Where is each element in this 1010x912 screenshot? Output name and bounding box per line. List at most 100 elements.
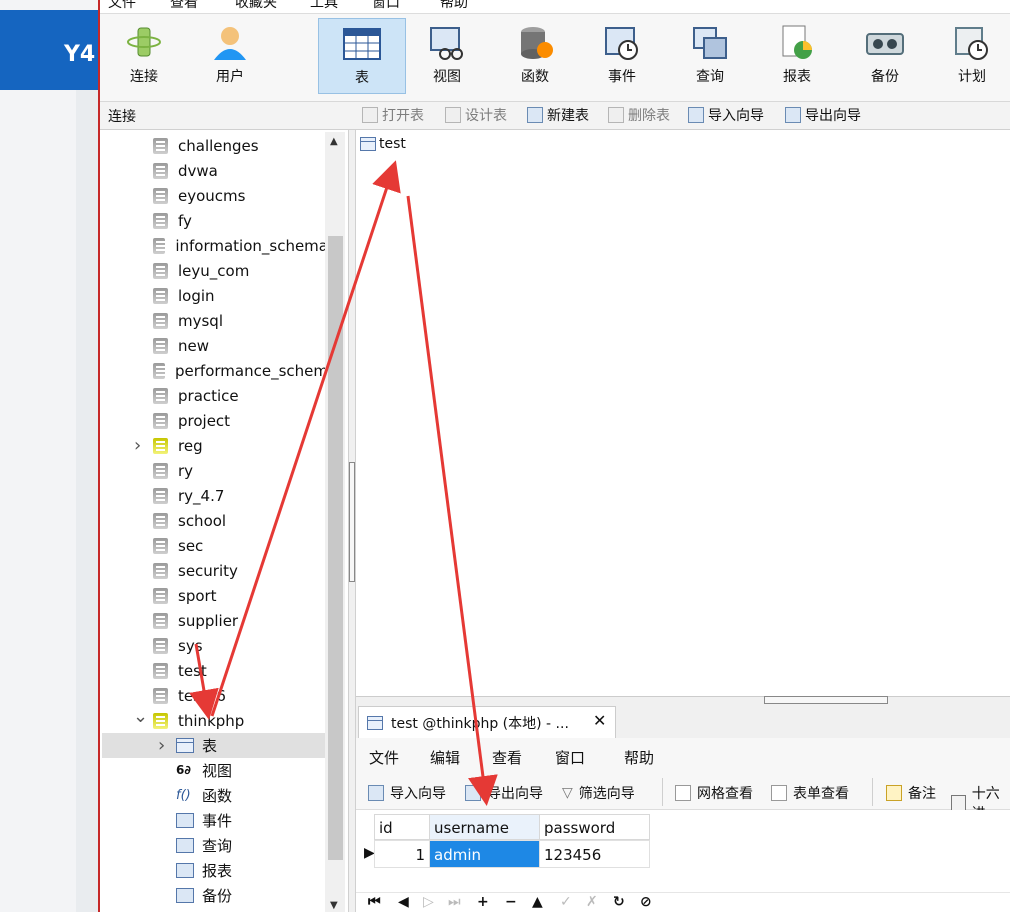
next-record-icon[interactable]: ▷ bbox=[423, 894, 434, 910]
table-menu-window[interactable]: 窗口 bbox=[555, 747, 585, 768]
tree-db-login[interactable]: login bbox=[153, 283, 328, 308]
stop-icon[interactable]: ⊘ bbox=[640, 894, 652, 910]
tree-db-school[interactable]: school bbox=[153, 508, 328, 533]
database-icon bbox=[153, 387, 168, 404]
tree-db-security[interactable]: security bbox=[153, 558, 328, 583]
tree-node-table[interactable]: 表 bbox=[102, 733, 325, 758]
table-export-wizard-button[interactable]: 导出向导 bbox=[465, 783, 543, 803]
tree-db-sec[interactable]: sec bbox=[153, 533, 328, 558]
cell-password[interactable]: 123456 bbox=[539, 840, 650, 868]
tree-db-performance-schem[interactable]: performance_schem bbox=[153, 358, 328, 383]
toolbar-schedule-button[interactable]: 计划 bbox=[930, 18, 1010, 94]
table-menu-edit[interactable]: 编辑 bbox=[430, 747, 460, 768]
tree-db-sys[interactable]: sys bbox=[153, 633, 328, 658]
table-menu-file[interactable]: 文件 bbox=[369, 747, 399, 768]
delete-table-button[interactable]: 删除表 bbox=[608, 104, 670, 126]
filter-wizard-button[interactable]: ▽ 筛选向导 bbox=[562, 783, 635, 803]
prev-record-icon[interactable]: ◀ bbox=[398, 894, 409, 910]
menu-favorites[interactable]: 收藏夹 bbox=[235, 0, 277, 12]
tree-db-eyoucms[interactable]: eyoucms bbox=[153, 183, 328, 208]
background-app-strip bbox=[76, 90, 100, 912]
refresh-icon[interactable]: ↻ bbox=[613, 894, 625, 910]
table-menu-view[interactable]: 查看 bbox=[492, 747, 522, 768]
tree-node-function[interactable]: f() 函数 bbox=[102, 783, 325, 808]
last-record-icon[interactable]: ⏭ bbox=[448, 894, 461, 910]
first-record-icon[interactable]: ⏮ bbox=[368, 894, 381, 910]
toolbar-separator bbox=[662, 778, 663, 806]
memo-button[interactable]: 备注 bbox=[886, 783, 936, 803]
tree-scroll-thumb[interactable] bbox=[328, 236, 343, 860]
toolbar-connection-button[interactable]: 连接 bbox=[102, 18, 186, 94]
tree-db-information-schema[interactable]: information_schema bbox=[153, 233, 328, 258]
design-table-button[interactable]: 设计表 bbox=[445, 104, 507, 126]
export-wizard-button[interactable]: 导出向导 bbox=[785, 104, 861, 126]
tree-db-project[interactable]: project bbox=[153, 408, 328, 433]
toolbar-user-button[interactable]: 用户 bbox=[188, 18, 272, 94]
database-icon bbox=[153, 587, 168, 604]
toolbar-backup-button[interactable]: 备份 bbox=[843, 18, 927, 94]
query-icon bbox=[176, 838, 194, 853]
tree-db-test[interactable]: test bbox=[153, 658, 328, 683]
tree-node-query[interactable]: 查询 bbox=[102, 833, 325, 858]
move-up-icon[interactable]: ▲ bbox=[532, 894, 543, 910]
toolbar-function-button[interactable]: 函数 bbox=[493, 18, 577, 94]
toolbar-view-button[interactable]: 视图 bbox=[405, 18, 489, 94]
delete-record-icon[interactable]: − bbox=[505, 894, 517, 910]
new-table-button[interactable]: 新建表 bbox=[527, 104, 589, 126]
table-menu-help[interactable]: 帮助 bbox=[624, 747, 654, 768]
cell-id[interactable]: 1 bbox=[374, 840, 430, 868]
tree-db-ry-4-7[interactable]: ry_4.7 bbox=[153, 483, 328, 508]
toolbar-event-button[interactable]: 事件 bbox=[580, 18, 664, 94]
column-header-id[interactable]: id bbox=[374, 814, 430, 840]
tree-db-sport[interactable]: sport bbox=[153, 583, 328, 608]
table-import-wizard-button[interactable]: 导入向导 bbox=[368, 783, 446, 803]
tree-db-dvwa[interactable]: dvwa bbox=[153, 158, 328, 183]
cancel-icon[interactable]: ✗ bbox=[586, 894, 598, 910]
tree-db-fy[interactable]: fy bbox=[153, 208, 328, 233]
menu-help[interactable]: 帮助 bbox=[440, 0, 468, 12]
tree-db-challenges[interactable]: challenges bbox=[153, 133, 328, 158]
horizontal-splitter-handle[interactable] bbox=[764, 696, 888, 704]
form-view-button[interactable]: 表单查看 bbox=[771, 783, 849, 803]
scroll-up-icon[interactable]: ▲ bbox=[330, 136, 338, 147]
import-wizard-button[interactable]: 导入向导 bbox=[688, 104, 764, 126]
view-icon bbox=[427, 24, 467, 62]
tree-db-reg[interactable]: reg bbox=[153, 433, 328, 458]
splitter-handle[interactable] bbox=[349, 462, 355, 582]
menu-file[interactable]: 文件 bbox=[108, 0, 136, 12]
expand-chevron-icon[interactable]: › bbox=[134, 435, 141, 456]
column-header-password[interactable]: password bbox=[539, 814, 650, 840]
menu-window[interactable]: 窗口 bbox=[372, 0, 400, 12]
add-record-icon[interactable]: + bbox=[477, 894, 489, 910]
cell-username[interactable]: admin bbox=[429, 840, 540, 868]
close-icon[interactable]: ✕ bbox=[593, 711, 606, 730]
tree-db-leyu-com[interactable]: leyu_com bbox=[153, 258, 328, 283]
tree-db-practice[interactable]: practice bbox=[153, 383, 328, 408]
tree-node-report[interactable]: 报表 bbox=[102, 858, 325, 883]
tree-node-backup[interactable]: 备份 bbox=[102, 883, 325, 908]
tree-node-view[interactable]: 6∂ 视图 bbox=[102, 758, 325, 783]
toolbar-report-button[interactable]: 报表 bbox=[755, 18, 839, 94]
tree-node-event[interactable]: 事件 bbox=[102, 808, 325, 833]
object-item-test[interactable]: test bbox=[360, 136, 406, 152]
tree-db-thinkphp[interactable]: thinkphp bbox=[153, 708, 328, 733]
open-table-button[interactable]: 打开表 bbox=[362, 104, 424, 126]
horizontal-splitter[interactable] bbox=[356, 696, 1010, 704]
design-table-icon bbox=[445, 107, 461, 123]
tree-db-supplier[interactable]: supplier bbox=[153, 608, 328, 633]
collapse-chevron-icon[interactable]: ⌄ bbox=[133, 706, 148, 727]
apply-icon[interactable]: ✓ bbox=[560, 894, 572, 910]
grid-view-button[interactable]: 网格查看 bbox=[675, 783, 753, 803]
column-header-username[interactable]: username bbox=[429, 814, 540, 840]
tree-db-test66[interactable]: test66 bbox=[153, 683, 328, 708]
expand-chevron-icon[interactable]: › bbox=[158, 735, 165, 756]
tree-db-ry[interactable]: ry bbox=[153, 458, 328, 483]
tree-db-mysql[interactable]: mysql bbox=[153, 308, 328, 333]
menu-tools[interactable]: 工具 bbox=[310, 0, 338, 12]
menu-view[interactable]: 查看 bbox=[170, 0, 198, 12]
toolbar-table-button[interactable]: 表 bbox=[318, 18, 406, 94]
scroll-down-icon[interactable]: ▼ bbox=[330, 900, 338, 911]
toolbar-query-button[interactable]: 查询 bbox=[668, 18, 752, 94]
tab-test-table[interactable]: test @thinkphp (本地) - ... ✕ bbox=[358, 706, 616, 738]
tree-db-new[interactable]: new bbox=[153, 333, 328, 358]
